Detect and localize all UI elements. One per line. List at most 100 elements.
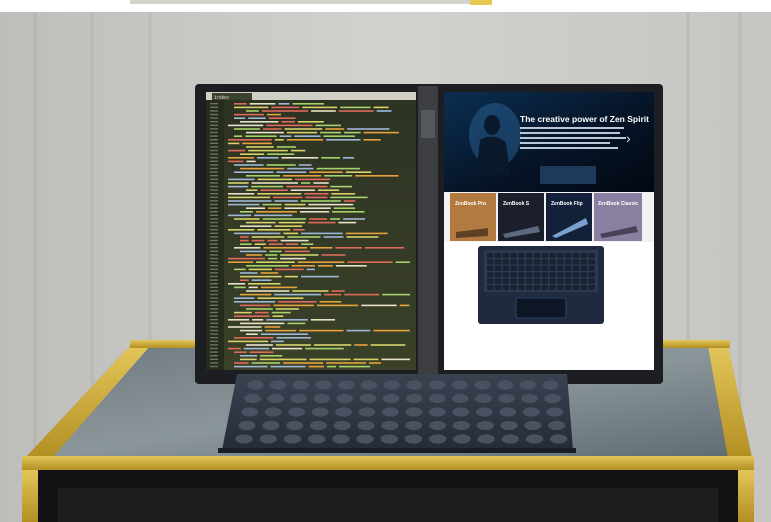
code-line-segment <box>246 308 273 310</box>
line-number <box>210 167 218 170</box>
code-line-segment <box>335 247 362 249</box>
showcase-key <box>541 259 548 265</box>
code-line-segment <box>309 171 343 173</box>
code-line-segment <box>381 358 410 361</box>
code-line-segment <box>281 121 295 123</box>
line-number <box>210 121 218 123</box>
code-line-segment <box>240 153 265 155</box>
code-line-segment <box>305 196 328 199</box>
line-number <box>210 214 218 216</box>
code-line-segment <box>311 110 336 112</box>
code-line-segment <box>363 139 381 141</box>
code-line-segment <box>333 207 356 209</box>
keyboard-key <box>428 420 447 431</box>
line-number <box>210 286 218 288</box>
code-line-segment <box>228 193 255 195</box>
line-number <box>210 185 218 188</box>
code-line-segment <box>340 106 371 109</box>
code-line-segment <box>343 200 356 202</box>
code-line-segment <box>228 124 264 127</box>
code-line-segment <box>265 329 297 332</box>
code-line-segment <box>257 229 291 231</box>
showcase-key <box>526 259 533 265</box>
code-line-segment <box>257 297 304 299</box>
line-number <box>210 131 218 134</box>
keyboard-key <box>405 420 423 431</box>
keyboard-key <box>311 407 329 417</box>
code-line-segment <box>316 304 359 307</box>
code-line-segment <box>338 110 374 112</box>
code-line-segment <box>369 362 381 364</box>
line-number <box>210 322 218 324</box>
line-number <box>210 236 218 238</box>
code-line-segment <box>228 178 255 181</box>
showcase-key <box>526 285 533 290</box>
code-line-segment <box>266 113 282 116</box>
code-line-segment <box>373 329 410 332</box>
showcase-key <box>494 278 502 284</box>
code-line-segment <box>298 164 312 166</box>
code-line-segment <box>240 329 263 332</box>
line-number <box>210 139 218 141</box>
showcase-key <box>526 265 533 271</box>
line-number <box>210 149 218 152</box>
showcase-key <box>487 259 494 265</box>
line-number <box>210 315 218 317</box>
code-line-segment <box>273 304 314 307</box>
code-line-segment <box>251 185 284 188</box>
showcase-key <box>533 259 541 265</box>
line-number <box>210 106 218 108</box>
showcase-key <box>533 272 541 278</box>
showcase-key <box>487 272 494 278</box>
keyboard-key <box>474 380 491 390</box>
line-number <box>210 290 218 292</box>
code-line-segment <box>305 347 344 350</box>
code-line-segment <box>228 326 262 328</box>
code-line-segment <box>240 211 253 213</box>
line-number <box>210 128 218 130</box>
line-number <box>210 340 218 342</box>
code-line-segment <box>283 232 299 235</box>
code-line-segment <box>254 311 269 314</box>
keyboard-key <box>356 434 374 444</box>
showcase-key <box>502 285 509 290</box>
code-line-segment <box>299 211 330 213</box>
code-line-segment <box>335 265 367 267</box>
showcase-key <box>518 278 525 284</box>
showcase-key <box>487 265 494 271</box>
code-line-segment <box>284 275 298 278</box>
code-line-segment <box>292 103 325 105</box>
line-number <box>210 333 218 335</box>
code-line-segment <box>262 218 307 220</box>
line-number <box>210 146 218 148</box>
code-line-segment <box>338 365 371 368</box>
code-line-segment <box>355 175 399 177</box>
keyboard-key <box>290 393 308 404</box>
code-line-segment <box>248 283 281 285</box>
code-line-segment <box>266 319 308 321</box>
top-band-yellow <box>470 0 492 5</box>
line-number <box>210 221 218 224</box>
showcase-key <box>549 272 556 278</box>
keyboard-key <box>453 434 471 444</box>
carousel-next-icon[interactable]: › <box>626 130 631 146</box>
code-line-segment <box>266 124 313 127</box>
code-line-segment <box>268 207 282 209</box>
keyboard-key <box>546 407 564 417</box>
showcase-key <box>494 253 502 258</box>
code-line-segment <box>246 175 281 177</box>
code-line-segment <box>306 268 315 271</box>
showcase-key <box>565 259 572 265</box>
product-label-s: ZenBook S <box>503 201 530 207</box>
code-line-segment <box>243 347 270 350</box>
code-line-segment <box>301 232 343 235</box>
code-line-segment <box>291 265 316 267</box>
keyboard-key <box>452 420 470 431</box>
code-line-segment <box>240 275 282 278</box>
keyboard-key <box>521 393 538 404</box>
code-line-segment <box>240 225 272 227</box>
code-line-segment <box>308 365 324 368</box>
line-number <box>210 113 218 116</box>
code-line-segment <box>228 257 265 260</box>
code-line-segment <box>274 268 304 271</box>
